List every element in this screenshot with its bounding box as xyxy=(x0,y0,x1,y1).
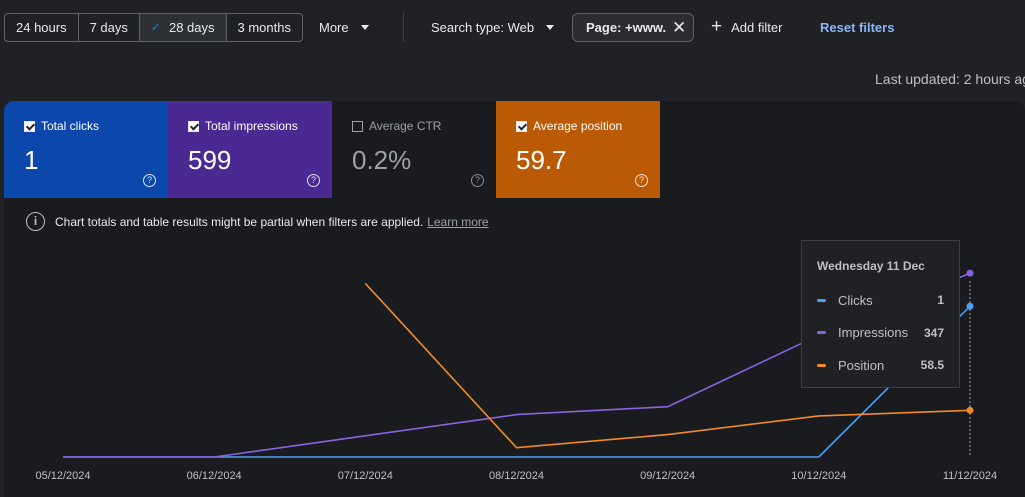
range-option[interactable]: 24 hours xyxy=(5,14,79,41)
range-option-label: 28 days xyxy=(168,20,215,35)
plus-icon: + xyxy=(711,16,723,37)
series-swatch xyxy=(817,298,826,302)
hover-point-clicks xyxy=(966,302,974,310)
performance-card: Total clicks 1 ? Total impressions 599 ?… xyxy=(4,101,1025,497)
chevron-down-icon xyxy=(360,25,369,30)
hover-point-impressions xyxy=(966,269,974,277)
chevron-down-icon xyxy=(546,25,555,30)
add-filter-button[interactable]: + Add filter xyxy=(711,16,783,37)
check-icon: ✓ xyxy=(150,20,161,34)
tooltip-series-value: 347 xyxy=(923,325,944,340)
search-type-label: Search type: Web xyxy=(431,20,535,35)
x-tick-label: 11/12/2024 xyxy=(943,470,997,482)
last-updated-text: Last updated: 2 hours ago xyxy=(875,71,1025,87)
tooltip-row: Position 58.5 xyxy=(817,349,944,382)
tooltip-series-value: 58.5 xyxy=(920,358,944,373)
tooltip-series-value: 1 xyxy=(937,293,944,308)
more-label: More xyxy=(319,20,349,35)
tooltip-series-name: Position xyxy=(838,357,885,373)
page-filter-chip[interactable]: Page: +www. ✕ xyxy=(572,13,694,42)
x-tick-label: 09/12/2024 xyxy=(640,470,695,482)
x-tick-label: 05/12/2024 xyxy=(35,470,90,482)
x-tick-label: 06/12/2024 xyxy=(187,470,242,482)
search-type-dropdown[interactable]: Search type: Web xyxy=(431,20,555,35)
page-filter-label: Page: +www. xyxy=(586,20,666,35)
series-swatch xyxy=(817,331,826,335)
hover-point-position xyxy=(966,406,974,414)
range-option-label: 7 days xyxy=(89,20,128,35)
tooltip-date: Wednesday 11 Dec xyxy=(817,259,925,273)
close-icon[interactable]: ✕ xyxy=(672,18,686,38)
tooltip-series-name: Clicks xyxy=(838,292,873,308)
range-option[interactable]: ✓ 28 days xyxy=(139,14,227,41)
range-option[interactable]: 7 days xyxy=(79,14,140,41)
x-tick-label: 07/12/2024 xyxy=(338,470,393,482)
series-swatch xyxy=(817,363,826,367)
x-tick-label: 10/12/2024 xyxy=(791,470,846,482)
date-range-selector: 24 hours 7 days ✓ 28 days 3 months xyxy=(4,13,303,42)
range-option-label: 24 hours xyxy=(16,20,67,35)
tooltip-row: Impressions 347 xyxy=(817,317,944,350)
toolbar-divider xyxy=(403,12,404,42)
filter-toolbar: 24 hours 7 days ✓ 28 days 3 months More Sear… xyxy=(0,0,1025,56)
x-tick-label: 08/12/2024 xyxy=(489,470,544,482)
range-option[interactable]: 3 months xyxy=(227,14,302,41)
tooltip-row: Clicks 1 xyxy=(817,284,944,317)
reset-filters-link[interactable]: Reset filters xyxy=(820,20,894,35)
chart-tooltip: Wednesday 11 Dec Clicks 1 Impressions 347 Po… xyxy=(801,240,960,388)
tooltip-series-name: Impressions xyxy=(838,325,909,341)
range-option-label: 3 months xyxy=(237,20,291,35)
more-dropdown[interactable]: More xyxy=(319,20,369,35)
add-filter-label: Add filter xyxy=(731,19,783,35)
